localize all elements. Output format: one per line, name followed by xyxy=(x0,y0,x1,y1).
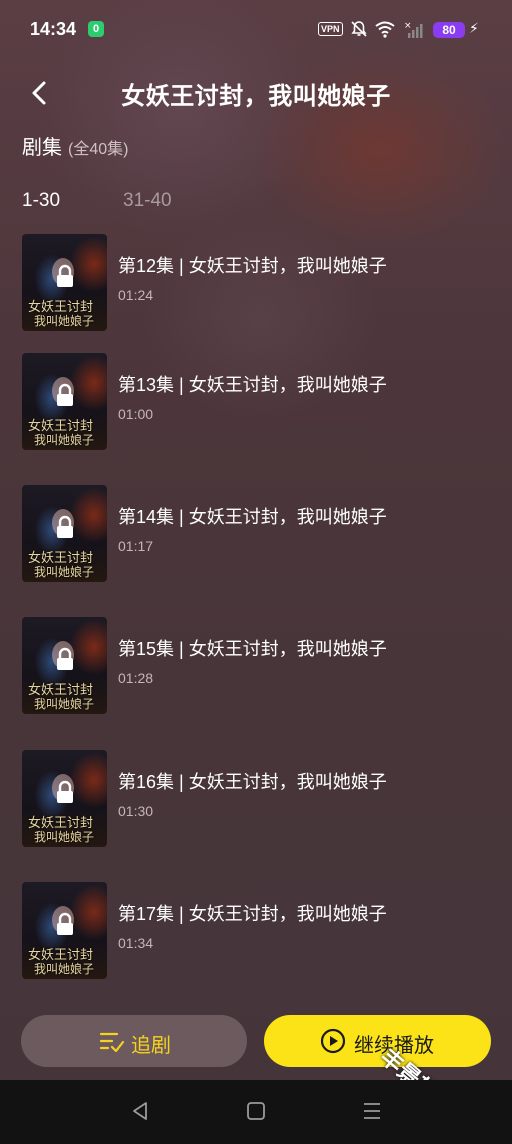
episode-duration: 01:30 xyxy=(118,803,154,819)
episode-title: 第16集 | 女妖王讨封，我叫她娘子 xyxy=(118,772,387,792)
episode-item-15[interactable]: 女妖王讨封 我叫她娘子 第15集 | 女妖王讨封，我叫她娘子 01:28 xyxy=(0,617,512,727)
episode-thumbnail: 女妖王讨封 我叫她娘子 xyxy=(22,234,107,331)
recent-apps-icon[interactable] xyxy=(362,1100,382,1122)
battery-indicator: 80 xyxy=(433,22,465,38)
episode-thumbnail: 女妖王讨封 我叫她娘子 xyxy=(22,750,107,847)
thumbnail-caption: 我叫她娘子 xyxy=(34,697,95,711)
signal-icon: × xyxy=(404,21,423,38)
episode-item-16[interactable]: 女妖王讨封 我叫她娘子 第16集 | 女妖王讨封，我叫她娘子 01:30 xyxy=(0,750,512,860)
play-circle-icon xyxy=(320,1028,346,1054)
lock-icon xyxy=(57,383,73,406)
thumbnail-caption: 我叫她娘子 xyxy=(34,314,95,328)
episode-duration: 01:24 xyxy=(118,287,154,303)
page-title: 女妖王讨封，我叫她娘子 xyxy=(121,83,391,110)
charging-icon: ⚡ xyxy=(469,20,479,36)
thumbnail-caption: 我叫她娘子 xyxy=(34,962,95,976)
episode-thumbnail: 女妖王讨封 我叫她娘子 xyxy=(22,353,107,450)
section-heading: 剧集 (全40集) xyxy=(22,131,128,160)
back-triangle-icon[interactable] xyxy=(130,1100,150,1122)
episode-thumbnail: 女妖王讨封 我叫她娘子 xyxy=(22,882,107,979)
lock-icon xyxy=(57,647,73,670)
app-notification-icon: 0 xyxy=(88,21,104,37)
bottom-action-bar: 追剧 继续播放 xyxy=(0,1000,512,1080)
episode-thumbnail: 女妖王讨封 我叫她娘子 xyxy=(22,485,107,582)
lock-icon xyxy=(57,515,73,538)
episode-duration: 01:34 xyxy=(118,935,154,951)
episode-duration: 01:17 xyxy=(118,538,154,554)
episode-thumbnail: 女妖王讨封 我叫她娘子 xyxy=(22,617,107,714)
vpn-badge: VPN xyxy=(318,22,343,36)
page-header: 女妖王讨封，我叫她娘子 xyxy=(0,62,512,122)
status-bar: 14:34 0 VPN × 80 ⚡ xyxy=(0,0,512,60)
tab-1-30[interactable]: 1-30 xyxy=(22,190,60,212)
tab-31-40[interactable]: 31-40 xyxy=(123,190,172,212)
follow-series-button[interactable]: 追剧 xyxy=(21,1015,247,1067)
lock-icon xyxy=(57,780,73,803)
thumbnail-caption: 我叫她娘子 xyxy=(34,565,95,579)
episode-title: 第12集 | 女妖王讨封，我叫她娘子 xyxy=(118,256,387,276)
episode-title: 第15集 | 女妖王讨封，我叫她娘子 xyxy=(118,639,387,659)
mute-icon xyxy=(351,21,367,37)
wifi-icon xyxy=(375,21,395,38)
follow-list-icon xyxy=(99,1032,125,1053)
section-title: 剧集 xyxy=(22,137,62,159)
svg-text:×: × xyxy=(404,21,412,31)
episode-title: 第14集 | 女妖王讨封，我叫她娘子 xyxy=(118,507,387,527)
episode-title: 第17集 | 女妖王讨封，我叫她娘子 xyxy=(118,904,387,924)
home-square-icon[interactable] xyxy=(246,1100,266,1122)
episode-title: 第13集 | 女妖王讨封，我叫她娘子 xyxy=(118,375,387,395)
episode-duration: 01:00 xyxy=(118,406,154,422)
episode-count: (全40集) xyxy=(68,141,129,158)
episode-duration: 01:28 xyxy=(118,670,154,686)
status-time: 14:34 xyxy=(30,19,77,39)
lock-icon xyxy=(57,264,73,287)
episode-item-12[interactable]: 女妖王讨封 我叫她娘子 第12集 | 女妖王讨封，我叫她娘子 01:24 xyxy=(0,234,512,344)
lock-icon xyxy=(57,912,73,935)
episode-item-13[interactable]: 女妖王讨封 我叫她娘子 第13集 | 女妖王讨封，我叫她娘子 01:00 xyxy=(0,353,512,463)
episode-item-14[interactable]: 女妖王讨封 我叫她娘子 第14集 | 女妖王讨封，我叫她娘子 01:17 xyxy=(0,485,512,595)
thumbnail-caption: 我叫她娘子 xyxy=(34,433,95,447)
thumbnail-caption: 我叫她娘子 xyxy=(34,830,95,844)
episode-item-17[interactable]: 女妖王讨封 我叫她娘子 第17集 | 女妖王讨封，我叫她娘子 01:34 xyxy=(0,882,512,992)
system-navigation-bar xyxy=(0,1080,512,1144)
follow-series-label: 追剧 xyxy=(131,1035,171,1057)
episode-list: 女妖王讨封 我叫她娘子 第12集 | 女妖王讨封，我叫她娘子 01:24 女妖王… xyxy=(0,234,512,994)
